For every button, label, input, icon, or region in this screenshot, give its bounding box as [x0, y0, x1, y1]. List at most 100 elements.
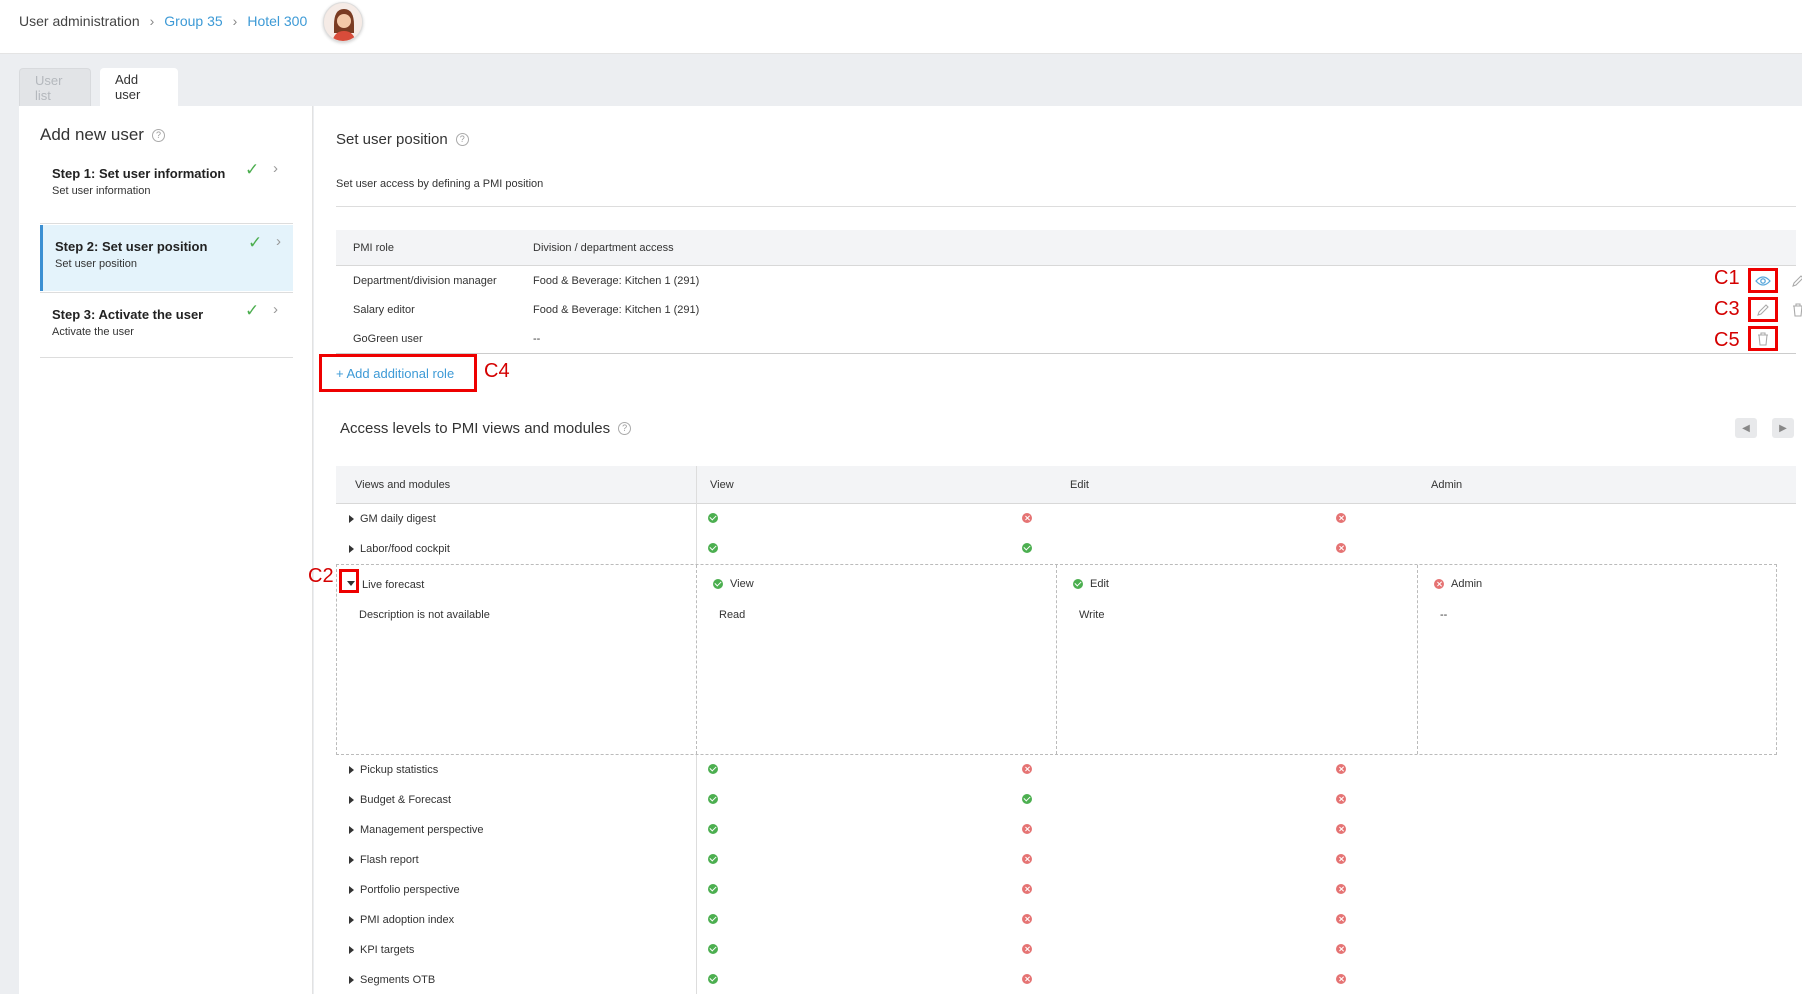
modules-rows-top: GM daily digest Labor/food cockpit [336, 504, 1796, 564]
caret-right-icon[interactable] [349, 766, 354, 774]
divider [696, 466, 697, 504]
module-name: Management perspective [349, 824, 484, 836]
eye-icon[interactable] [1747, 268, 1778, 293]
scroll-right-button[interactable]: ▶ [1772, 418, 1794, 438]
top-bar: User administration › Group 35 › Hotel 3… [0, 0, 1802, 54]
column-header: Edit [1070, 479, 1089, 491]
table-row[interactable]: KPI targets [336, 935, 1796, 965]
help-icon[interactable]: ? [151, 128, 165, 142]
admin-status [1336, 763, 1346, 775]
annotation-label: C5 [1714, 329, 1740, 351]
column-header: Division / department access [533, 241, 674, 254]
module-name: Pickup statistics [349, 764, 438, 776]
module-label: Flash report [360, 854, 419, 866]
table-row[interactable]: Portfolio perspective [336, 875, 1796, 905]
column-header: PMI role [353, 241, 394, 254]
module-name: Live forecast [362, 579, 425, 591]
check-circle-icon [713, 579, 723, 589]
trash-icon[interactable] [1747, 326, 1778, 351]
caret-right-icon[interactable] [349, 826, 354, 834]
check-circle-icon [708, 543, 718, 554]
x-circle-icon [1336, 794, 1346, 805]
step-3[interactable]: Step 3: Activate the user Activate the u… [40, 293, 293, 359]
admin-status [1336, 943, 1346, 955]
caret-right-icon[interactable] [349, 976, 354, 984]
caret-right-icon[interactable] [349, 856, 354, 864]
x-circle-icon [1022, 974, 1032, 985]
check-circle-icon [1022, 543, 1032, 554]
pencil-icon[interactable] [1788, 271, 1802, 291]
table-row[interactable]: Budget & Forecast [336, 785, 1796, 815]
check-circle-icon [708, 974, 718, 985]
help-icon[interactable]: ? [618, 422, 632, 435]
step-1[interactable]: Step 1: Set user information Set user in… [40, 152, 293, 218]
pencil-icon[interactable] [1747, 297, 1778, 322]
chevron-right-icon: › [232, 13, 238, 29]
role-table-header: PMI role Division / department access [336, 230, 1796, 266]
divider [696, 815, 697, 845]
table-row[interactable]: Flash report [336, 845, 1796, 875]
divider [696, 965, 697, 994]
view-status [708, 823, 718, 835]
divider [696, 905, 697, 935]
divider [696, 845, 697, 875]
step-title: Step 3: Activate the user [52, 307, 204, 322]
table-row[interactable]: Segments OTB [336, 965, 1796, 994]
x-circle-icon [1336, 854, 1346, 865]
check-icon: ✓ [245, 160, 260, 179]
scroll-left-button[interactable]: ◀ [1735, 418, 1757, 438]
caret-right-icon[interactable] [349, 886, 354, 894]
help-icon[interactable]: ? [455, 133, 469, 146]
table-row[interactable]: Pickup statistics [336, 755, 1796, 785]
step-subtitle: Set user information [52, 185, 151, 197]
edit-status [1022, 913, 1032, 925]
admin-status [1336, 512, 1346, 524]
view-status [708, 763, 718, 775]
chevron-right-icon: › [273, 301, 278, 318]
x-circle-icon [1336, 764, 1346, 775]
table-row[interactable]: Labor/food cockpit [336, 534, 1796, 564]
module-label: PMI adoption index [360, 914, 455, 926]
check-icon: ✓ [248, 233, 263, 252]
admin-level: Admin [1434, 578, 1482, 590]
step-2[interactable]: Step 2: Set user position Set user posit… [40, 225, 293, 291]
breadcrumb-group[interactable]: Group 35 [164, 13, 222, 29]
modules-table-header: Views and modules View Edit Admin [336, 466, 1796, 504]
admin-status [1336, 913, 1346, 925]
edit-level: Edit [1073, 578, 1109, 590]
module-name: Portfolio perspective [349, 884, 460, 896]
caret-right-icon[interactable] [349, 916, 354, 924]
wizard-title: Add new user [40, 125, 144, 144]
section-title: Set user position [336, 131, 448, 148]
annotation-label: C2 [308, 565, 334, 587]
admin-status [1336, 793, 1346, 805]
divider [696, 534, 697, 564]
caret-right-icon[interactable] [349, 545, 354, 553]
caret-right-icon[interactable] [349, 946, 354, 954]
check-circle-icon [1022, 794, 1032, 805]
wizard-title-row: Add new user ? [40, 125, 165, 145]
x-circle-icon [1022, 944, 1032, 955]
module-label: Labor/food cockpit [360, 543, 450, 555]
caret-right-icon[interactable] [349, 796, 354, 804]
table-row[interactable]: Management perspective [336, 815, 1796, 845]
breadcrumb-root[interactable]: User administration [19, 13, 140, 29]
trash-icon[interactable] [1788, 300, 1802, 320]
breadcrumb-hotel[interactable]: Hotel 300 [247, 13, 307, 29]
divider [336, 353, 1796, 354]
module-name: Flash report [349, 854, 419, 866]
table-row[interactable]: PMI adoption index [336, 905, 1796, 935]
collapse-toggle[interactable] [339, 569, 359, 593]
view-status [708, 542, 718, 554]
edit-status [1022, 763, 1032, 775]
table-row[interactable]: GM daily digest [336, 504, 1796, 534]
edit-status [1022, 512, 1032, 524]
caret-right-icon[interactable] [349, 515, 354, 523]
x-circle-icon [1336, 543, 1346, 554]
tab-user-list[interactable]: User list [19, 68, 91, 106]
check-circle-icon [708, 824, 718, 835]
view-status [708, 883, 718, 895]
avatar[interactable] [323, 2, 363, 42]
add-role-button[interactable]: + Add additional role [319, 354, 477, 392]
tab-add-user[interactable]: Add user [100, 68, 178, 106]
